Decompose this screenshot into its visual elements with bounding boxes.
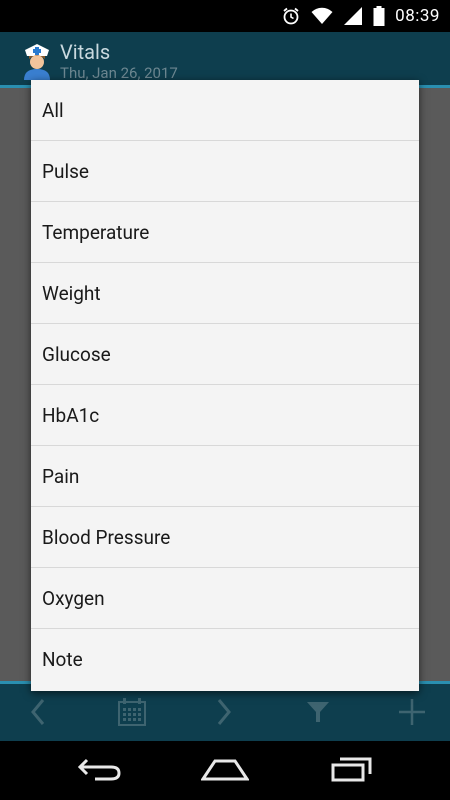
option-note[interactable]: Note xyxy=(31,629,419,690)
previous-day-button[interactable] xyxy=(20,696,56,732)
status-bar: 08:39 xyxy=(0,0,450,32)
filter-button[interactable] xyxy=(300,696,336,732)
option-hba1c[interactable]: HbA1c xyxy=(31,385,419,446)
battery-icon xyxy=(373,6,385,26)
option-temperature[interactable]: Temperature xyxy=(31,202,419,263)
calendar-button[interactable] xyxy=(114,696,150,732)
plus-icon xyxy=(398,698,426,730)
alarm-icon xyxy=(281,6,301,26)
signal-icon xyxy=(343,6,363,26)
home-icon xyxy=(200,757,250,785)
home-button[interactable] xyxy=(200,755,250,787)
option-glucose[interactable]: Glucose xyxy=(31,324,419,385)
calendar-icon xyxy=(117,697,147,731)
back-icon xyxy=(77,756,123,786)
filter-options-dialog: All Pulse Temperature Weight Glucose HbA… xyxy=(31,80,419,691)
recents-icon xyxy=(330,756,374,786)
system-nav-bar xyxy=(0,741,450,800)
option-blood-pressure[interactable]: Blood Pressure xyxy=(31,507,419,568)
chevron-right-icon xyxy=(214,698,234,730)
next-day-button[interactable] xyxy=(206,696,242,732)
filter-icon xyxy=(306,700,330,728)
option-pain[interactable]: Pain xyxy=(31,446,419,507)
clock-time: 08:39 xyxy=(395,6,440,26)
chevron-left-icon xyxy=(28,698,48,730)
option-oxygen[interactable]: Oxygen xyxy=(31,568,419,629)
recents-button[interactable] xyxy=(328,755,376,787)
add-entry-button[interactable] xyxy=(394,696,430,732)
option-all[interactable]: All xyxy=(31,80,419,141)
option-weight[interactable]: Weight xyxy=(31,263,419,324)
nurse-avatar-icon xyxy=(20,42,54,80)
option-pulse[interactable]: Pulse xyxy=(31,141,419,202)
page-title: Vitals xyxy=(60,40,111,64)
wifi-icon xyxy=(311,7,333,25)
back-button[interactable] xyxy=(76,755,124,787)
